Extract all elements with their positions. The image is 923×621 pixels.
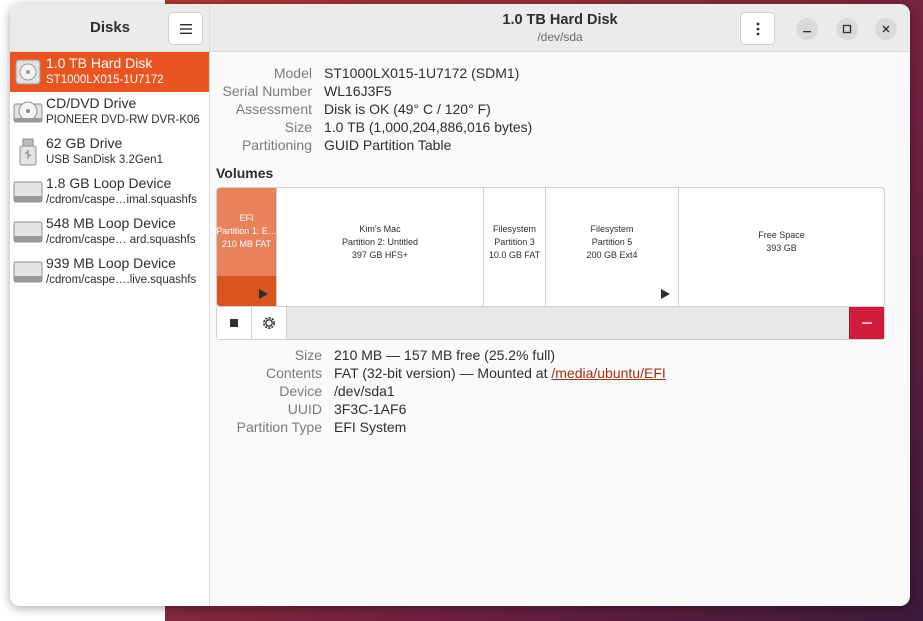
optical-drive-icon (12, 96, 44, 128)
size-label: Size (284, 119, 312, 135)
disk-name: 548 MB Loop Device (46, 215, 176, 231)
volume-kims-mac[interactable]: Kim's Mac Partition 2: Untitled 397 GB H… (277, 188, 484, 306)
disk-item-usb-drive[interactable]: 62 GB Drive USB SanDisk 3.2Gen1 (10, 132, 209, 172)
volume-partition: Partition 3 (494, 236, 535, 247)
disk-item-optical-drive[interactable]: CD/DVD Drive PIONEER DVD-RW DVR-K06 (10, 92, 209, 132)
kebab-menu-icon (756, 22, 759, 35)
assessment-value: Disk is OK (49° C / 120° F) (324, 101, 491, 117)
serial-value: WL16J3F5 (324, 83, 392, 99)
volume-size: 210 MB FAT (221, 238, 272, 249)
delete-partition-button[interactable] (849, 307, 884, 339)
volume-partition-5[interactable]: Filesystem Partition 5 200 GB Ext4 (546, 188, 679, 306)
disk-item-loop-1[interactable]: 1.8 GB Loop Device /cdrom/caspe…imal.squ… (10, 172, 209, 212)
disk-item-loop-3[interactable]: 939 MB Loop Device /cdrom/caspe….live.sq… (10, 252, 209, 292)
contents-label: Contents (265, 365, 322, 381)
play-arrow-icon (259, 289, 268, 299)
loop-device-icon (12, 216, 44, 248)
disk-subtitle: /cdrom/caspe….live.squashfs (46, 274, 197, 286)
stop-icon (230, 319, 238, 327)
disk-subtitle: ST1000LX015-1U7172 (46, 74, 164, 86)
drive-content: Model ST1000LX015-1U7172 (SDM1) Serial N… (210, 52, 910, 436)
contents-value: FAT (32-bit version) — Mounted at /media… (334, 364, 898, 382)
volume-size: 397 GB HFS+ (351, 249, 409, 260)
play-arrow-icon (661, 289, 670, 299)
unmount-button[interactable] (217, 307, 252, 339)
volume-map: EFI Partition 1: E… 210 MB FAT Kim's Mac… (216, 187, 885, 307)
volume-label: Free Space (758, 230, 805, 240)
uuid-label: UUID (287, 401, 322, 417)
disk-item-loop-2[interactable]: 548 MB Loop Device /cdrom/caspe… ard.squ… (10, 212, 209, 252)
size-value: 1.0 TB (1,000,204,886,016 bytes) (324, 119, 533, 135)
loop-device-icon (12, 256, 44, 288)
volume-toolbar (216, 307, 885, 340)
assessment-label: Assessment (235, 101, 312, 117)
disk-subtitle: USB SanDisk 3.2Gen1 (46, 154, 163, 166)
volume-label: Filesystem (590, 223, 634, 234)
disk-name: 1.8 GB Loop Device (46, 175, 172, 191)
maximize-button[interactable] (836, 18, 858, 40)
volume-partition: Partition 5 (591, 236, 633, 247)
disk-subtitle: /cdrom/caspe… ard.squashfs (46, 234, 196, 246)
hamburger-menu-button[interactable] (168, 12, 203, 45)
volume-size: 10.0 GB FAT (488, 249, 541, 260)
partition-settings-button[interactable] (252, 307, 287, 339)
partition-type-label: Partition Type (236, 419, 322, 435)
volume-label: EFI (239, 212, 254, 223)
sidebar: Disks 1.0 TB Hard Disk ST1000LX015-1U717… (10, 4, 210, 606)
drive-info: Model ST1000LX015-1U7172 (SDM1) Serial N… (216, 64, 898, 154)
volume-size: 200 GB Ext4 (586, 249, 638, 260)
partitioning-value: GUID Partition Table (324, 137, 452, 153)
partitioning-label: Partitioning (241, 137, 312, 153)
close-button[interactable] (875, 18, 897, 40)
minimize-icon (803, 31, 811, 33)
serial-label: Serial Number (222, 83, 312, 99)
volume-label: Filesystem (492, 223, 536, 234)
volumes-heading: Volumes (216, 165, 274, 181)
disk-subtitle: PIONEER DVD-RW DVR-K06 (46, 114, 200, 126)
disk-name: 1.0 TB Hard Disk (46, 55, 153, 71)
maximize-icon (842, 24, 852, 34)
hard-disk-icon (12, 56, 44, 88)
partition-info: Size 210 MB — 157 MB free (25.2% full) C… (228, 346, 898, 436)
volume-partition: Partition 2: Untitled (341, 236, 419, 247)
disk-subtitle: /cdrom/caspe…imal.squashfs (46, 194, 197, 206)
minimize-button[interactable] (796, 18, 818, 40)
hamburger-icon (179, 23, 192, 34)
model-label: Model (273, 65, 312, 81)
main-pane: 1.0 TB Hard Disk /dev/sda Model ST1000LX… (210, 4, 910, 606)
partition-type-value: EFI System (334, 419, 407, 435)
close-icon (882, 25, 890, 33)
device-value: /dev/sda1 (334, 383, 395, 399)
disk-name: CD/DVD Drive (46, 95, 137, 111)
volume-label: Kim's Mac (359, 223, 401, 234)
partition-size-label: Size (294, 347, 322, 363)
drive-options-button[interactable] (740, 12, 775, 45)
loop-device-icon (12, 176, 44, 208)
minus-icon (862, 322, 872, 324)
model-value: ST1000LX015-1U7172 (SDM1) (324, 65, 520, 81)
disks-window: Disks 1.0 TB Hard Disk ST1000LX015-1U717… (10, 4, 910, 606)
device-label: Device (279, 383, 322, 399)
header-bar: 1.0 TB Hard Disk /dev/sda (210, 4, 910, 52)
sidebar-header: Disks (10, 4, 209, 52)
volume-efi[interactable]: EFI Partition 1: E… 210 MB FAT (217, 188, 277, 306)
uuid-value: 3F3C-1AF6 (334, 401, 407, 417)
disk-name: 62 GB Drive (46, 135, 123, 151)
volume-size: 393 GB (766, 243, 797, 253)
volume-partition: Partition 1: E… (216, 225, 277, 236)
gear-icon (263, 317, 275, 329)
volume-partition-3[interactable]: Filesystem Partition 3 10.0 GB FAT (484, 188, 546, 306)
disk-item-hard-disk[interactable]: 1.0 TB Hard Disk ST1000LX015-1U7172 (10, 52, 209, 92)
mount-point-link[interactable]: /media/ubuntu/EFI (551, 365, 665, 381)
disk-name: 939 MB Loop Device (46, 255, 176, 271)
contents-text: FAT (32-bit version) — Mounted at (334, 365, 552, 381)
disk-list: 1.0 TB Hard Disk ST1000LX015-1U7172 CD/D… (10, 52, 209, 292)
partition-size-value: 210 MB — 157 MB free (25.2% full) (334, 347, 555, 363)
usb-drive-icon (12, 136, 44, 168)
volume-free-space[interactable]: Free Space 393 GB (679, 188, 884, 306)
